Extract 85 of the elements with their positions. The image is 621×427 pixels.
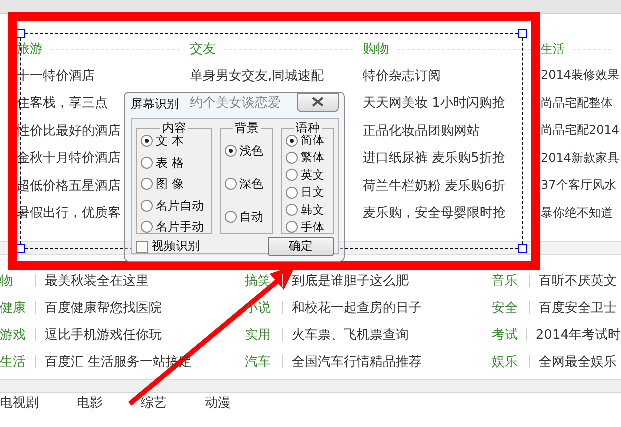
category-link[interactable]: 考试 xyxy=(492,326,521,344)
radio-button[interactable] xyxy=(286,221,298,234)
link-text[interactable]: 2014新款家具 xyxy=(541,150,620,167)
radio-option[interactable]: 简体 xyxy=(286,134,330,147)
link-text[interactable]: 暴你绝不知道 xyxy=(541,204,613,222)
radio-button[interactable] xyxy=(286,152,298,164)
radio-option[interactable]: 日文 xyxy=(286,186,330,200)
radio-button[interactable] xyxy=(286,134,298,146)
radio-option[interactable]: 自动 xyxy=(224,210,269,224)
category-link[interactable]: 音乐 xyxy=(492,272,524,290)
radio-button[interactable] xyxy=(224,211,237,224)
radio-button[interactable] xyxy=(141,178,153,190)
link-text[interactable]: 十一特价酒店 xyxy=(17,66,95,85)
selection-handle[interactable] xyxy=(518,29,527,38)
category-link[interactable]: 安全 xyxy=(492,298,524,316)
category-tab[interactable]: 动漫 xyxy=(205,395,231,412)
radio-option[interactable]: 表 格 xyxy=(141,156,208,170)
radio-option[interactable]: 繁体 xyxy=(286,151,330,164)
section-title[interactable]: 交友 xyxy=(190,40,216,58)
radio-option[interactable]: 英文 xyxy=(286,168,330,182)
link-text[interactable]: 百度健康帮您找医院 xyxy=(45,298,162,316)
category-link[interactable]: 物 xyxy=(0,272,30,290)
close-icon xyxy=(312,97,324,107)
close-button[interactable] xyxy=(297,92,339,112)
link-text[interactable]: 特价杂志订阅 xyxy=(363,66,441,85)
radio-button[interactable] xyxy=(286,169,298,182)
link-text[interactable]: 金秋十月特价酒店 xyxy=(17,149,121,168)
section-title[interactable]: 旅游 xyxy=(17,40,43,58)
section-title[interactable]: 购物 xyxy=(363,40,389,58)
selection-handle[interactable] xyxy=(518,244,527,253)
radio-option[interactable]: 深色 xyxy=(224,176,269,191)
link-text[interactable]: 2014年考试时 xyxy=(536,326,621,344)
link-text[interactable]: 尚品宅配2014 xyxy=(541,122,620,140)
link-text[interactable]: 荷兰牛栏奶粉 麦乐购6折 xyxy=(363,176,506,195)
link-text[interactable]: 全国汽车行情精品推荐 xyxy=(292,352,422,370)
radio-button[interactable] xyxy=(141,156,153,168)
radio-option[interactable]: 名片手动 xyxy=(141,220,208,234)
link-text[interactable]: 2014装修效果 xyxy=(541,67,620,84)
radio-button[interactable] xyxy=(141,135,153,147)
link-text[interactable]: 百听不厌英文 xyxy=(539,272,617,290)
link-text[interactable]: 性价比最好的酒店 xyxy=(17,122,121,140)
category-tab[interactable]: 电影 xyxy=(77,395,103,412)
checkbox-option[interactable]: 视频识别 xyxy=(136,238,200,255)
dialog-title: 屏幕识别 xyxy=(131,96,179,112)
link-text[interactable]: 尚品宅配整体 xyxy=(541,94,613,112)
category-tab[interactable]: 综艺 xyxy=(141,395,167,412)
link-text[interactable]: 麦乐购，安全母婴限时抢 xyxy=(363,204,506,222)
radio-button[interactable] xyxy=(141,200,153,212)
radio-button[interactable] xyxy=(286,204,298,216)
link-text[interactable]: 火车票、飞机票查询 xyxy=(292,326,409,344)
category-link[interactable]: 娱乐 xyxy=(492,352,524,370)
link-text[interactable]: 单身男女交友,同城速配 xyxy=(190,66,324,85)
category-link[interactable]: 健康 xyxy=(0,298,30,316)
link-text[interactable]: 到底是谁胆子这么肥 xyxy=(292,272,409,290)
link-text[interactable]: 进口纸尿裤 麦乐购5折抢 xyxy=(363,149,506,168)
confirm-button[interactable]: 确定 xyxy=(268,237,334,256)
radio-option[interactable]: 名片自动 xyxy=(141,198,208,212)
link-text[interactable]: 和校花一起查房的日子 xyxy=(292,298,422,316)
link-text[interactable]: 天天网美妆 1小时闪购抢 xyxy=(363,94,506,112)
radio-option[interactable]: 浅色 xyxy=(224,144,269,158)
radio-option[interactable]: 韩文 xyxy=(286,204,330,217)
link-text[interactable]: 37个客厅风水 xyxy=(541,177,616,194)
category-link[interactable]: 搞笑 xyxy=(245,272,277,290)
radio-option[interactable]: 图 像 xyxy=(141,177,208,191)
radio-option[interactable]: 手体 xyxy=(286,220,330,234)
radio-button[interactable] xyxy=(286,186,298,199)
radio-button[interactable] xyxy=(141,221,153,233)
category-link[interactable]: 游戏 xyxy=(0,326,30,344)
category-link[interactable]: 生活 xyxy=(0,352,30,370)
checkbox[interactable] xyxy=(136,240,148,252)
radio-button[interactable] xyxy=(224,178,237,190)
group-title: 内容 xyxy=(161,122,188,134)
link-text[interactable]: 全网最全娱乐 xyxy=(539,352,617,370)
link-text[interactable]: 逗比手机游戏任你玩 xyxy=(45,326,162,344)
link-text[interactable]: 正品化妆品团购网站 xyxy=(363,122,480,140)
category-tab[interactable]: 电视剧 xyxy=(0,395,39,412)
link-text[interactable]: 百度安全卫士 xyxy=(539,298,617,316)
radio-option[interactable]: 文 本 xyxy=(141,134,208,148)
category-link[interactable]: 实用 xyxy=(245,326,277,344)
link-text[interactable]: 最美秋装全在这里 xyxy=(45,272,149,290)
radio-button[interactable] xyxy=(224,144,237,157)
section-title[interactable]: 生活 xyxy=(541,40,565,58)
group-title: 语种 xyxy=(294,122,320,134)
category-link[interactable]: 汽车 xyxy=(245,352,277,370)
group-title: 背景 xyxy=(234,122,260,134)
